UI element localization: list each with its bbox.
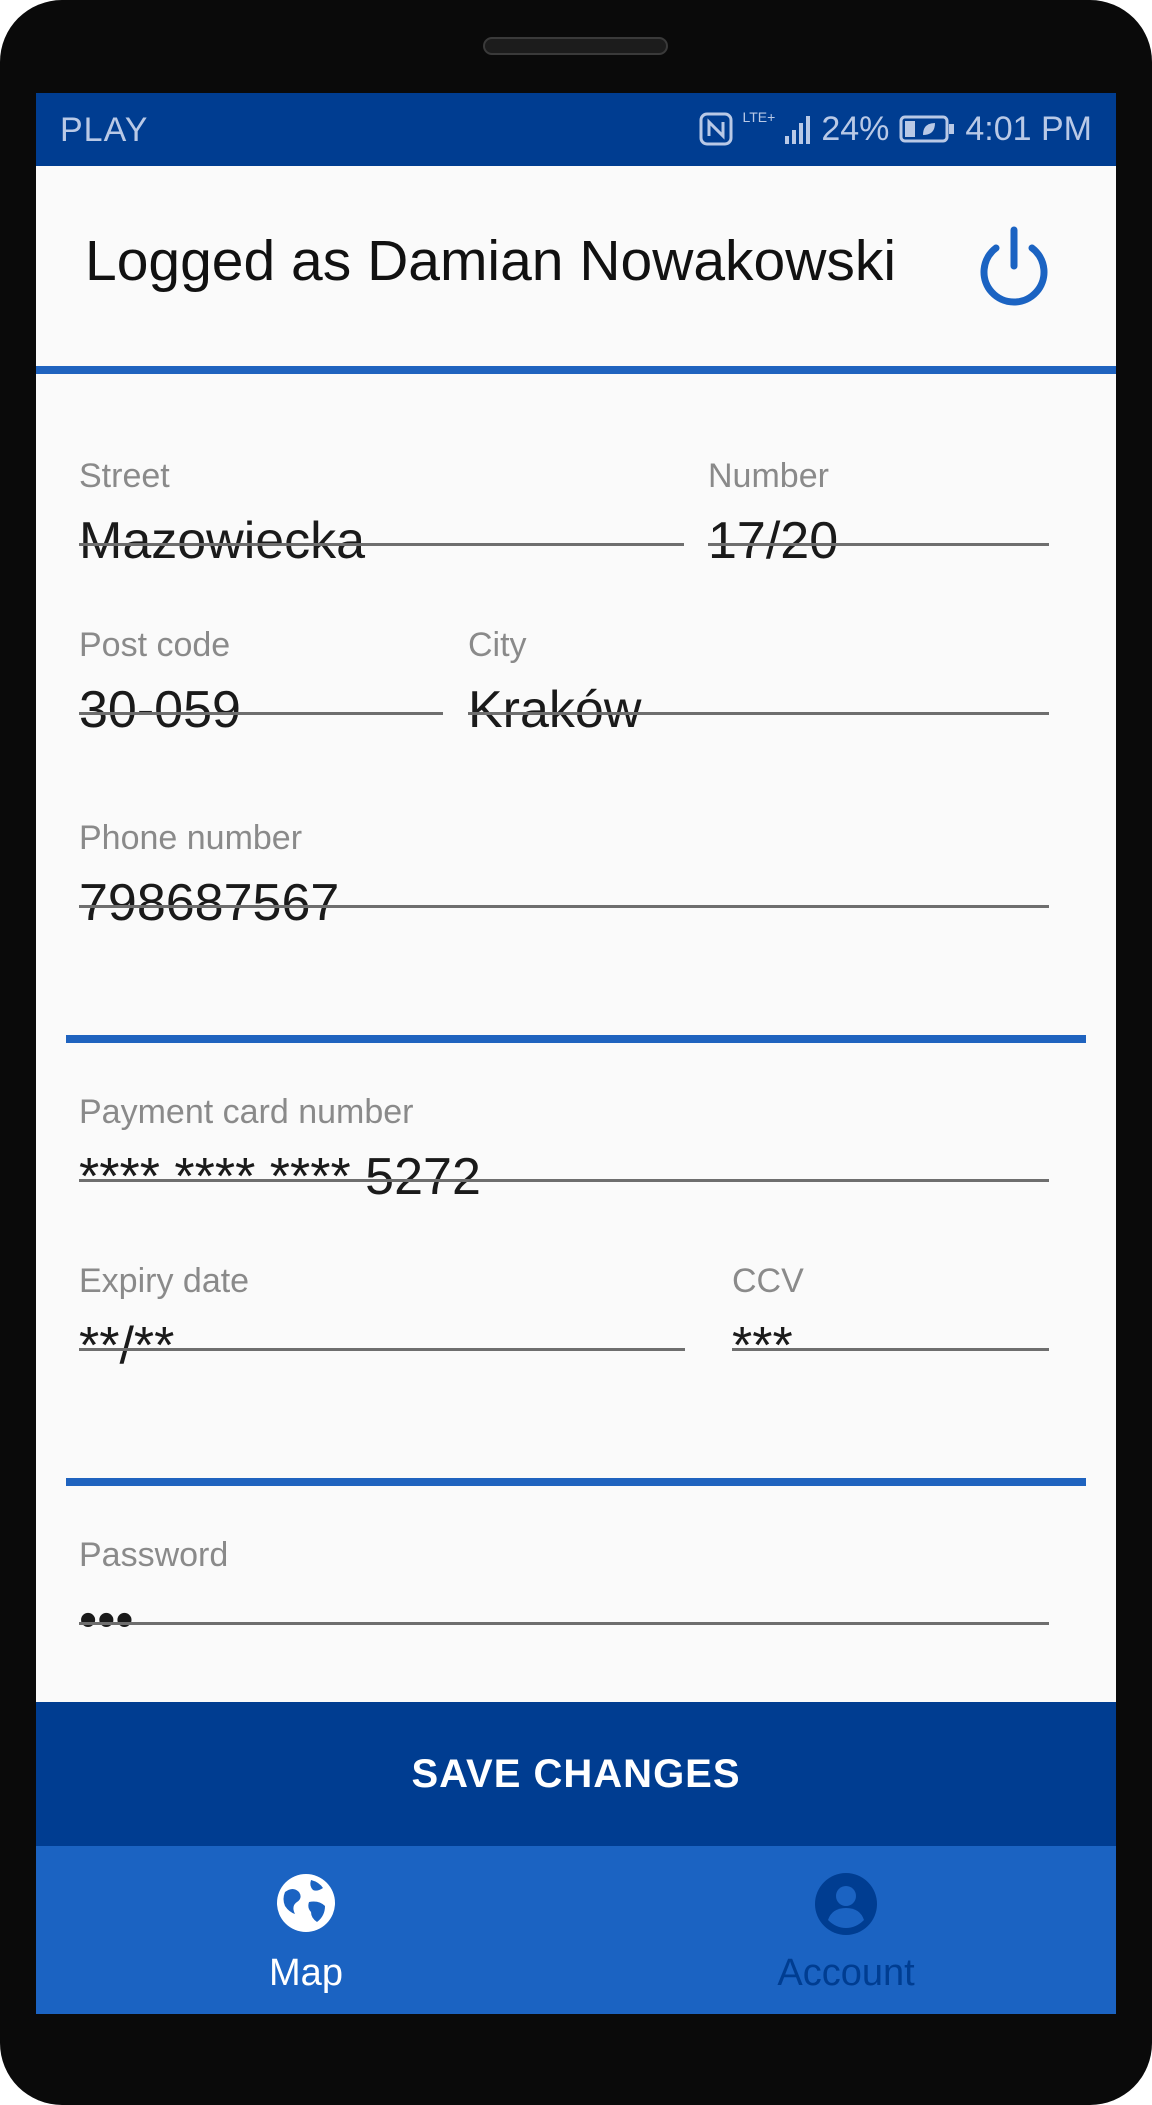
ccv-underline — [732, 1348, 1049, 1351]
card-number-label: Payment card number — [79, 1093, 414, 1131]
number-label: Number — [708, 457, 829, 495]
card-number-value: **** **** **** 5272 — [79, 1148, 481, 1206]
ccv-value: *** — [732, 1317, 793, 1375]
number-underline — [708, 543, 1049, 546]
battery-percent: 24% — [821, 109, 890, 148]
password-label: Password — [79, 1536, 229, 1574]
number-field[interactable]: Number 17/20 — [708, 457, 1049, 570]
account-icon — [814, 1872, 878, 1941]
password-field[interactable]: Password ••• — [79, 1536, 1049, 1649]
postcode-label: Post code — [79, 626, 231, 664]
expiry-label: Expiry date — [79, 1262, 250, 1300]
globe-icon — [275, 1872, 337, 1939]
nav-item-map[interactable]: Map — [36, 1846, 576, 2014]
street-underline — [79, 543, 684, 546]
status-bar: PLAY LTE+ 24% 4:01 PM — [36, 93, 1116, 166]
password-underline — [79, 1622, 1049, 1625]
signal-icon — [785, 114, 811, 144]
postcode-field[interactable]: Post code 30-059 — [79, 626, 443, 739]
city-label: City — [468, 626, 527, 664]
battery-icon — [899, 115, 955, 143]
city-field[interactable]: City Kraków — [468, 626, 1049, 739]
header-divider — [36, 366, 1116, 374]
expiry-value: **/** — [79, 1317, 175, 1375]
nav-label-account: Account — [777, 1952, 915, 1994]
postcode-value: 30-059 — [79, 681, 241, 739]
phone-label: Phone number — [79, 819, 303, 857]
payment-divider — [66, 1478, 1086, 1486]
street-field[interactable]: Street Mazowiecka — [79, 457, 684, 570]
bottom-navigation: Map Account — [36, 1846, 1116, 2014]
ccv-field[interactable]: CCV *** — [732, 1262, 1049, 1375]
status-indicators: LTE+ 24% 4:01 PM — [699, 109, 1092, 149]
carrier-name: PLAY — [60, 111, 149, 149]
clock: 4:01 PM — [965, 109, 1092, 148]
nav-label-map: Map — [269, 1952, 343, 1994]
logged-user-title: Logged as Damian Nowakowski — [85, 229, 897, 293]
expiry-underline — [79, 1348, 685, 1351]
card-number-underline — [79, 1179, 1049, 1182]
city-underline — [468, 712, 1049, 715]
street-value: Mazowiecka — [79, 512, 366, 570]
phone-frame: PLAY LTE+ 24% 4:01 PM Logged as Damian N… — [0, 0, 1152, 2105]
number-value: 17/20 — [708, 512, 839, 570]
phone-field[interactable]: Phone number 798687567 — [79, 819, 1049, 932]
city-value: Kraków — [468, 681, 642, 739]
expiry-field[interactable]: Expiry date **/** — [79, 1262, 685, 1375]
card-number-field[interactable]: Payment card number **** **** **** 5272 — [79, 1093, 1049, 1206]
phone-value: 798687567 — [79, 874, 340, 932]
street-label: Street — [79, 457, 170, 495]
phone-underline — [79, 905, 1049, 908]
nav-item-account[interactable]: Account — [576, 1846, 1116, 2014]
logout-button[interactable] — [970, 224, 1058, 312]
password-value: ••• — [79, 1591, 134, 1649]
nfc-icon — [699, 112, 733, 146]
account-header: Logged as Damian Nowakowski — [36, 166, 1116, 366]
address-divider — [66, 1035, 1086, 1043]
save-changes-button[interactable]: SAVE CHANGES — [36, 1702, 1116, 1846]
speaker-grille — [483, 37, 668, 55]
power-icon — [980, 226, 1048, 306]
lte-label: LTE+ — [742, 109, 776, 125]
ccv-label: CCV — [732, 1262, 804, 1300]
app-screen: PLAY LTE+ 24% 4:01 PM Logged as Damian N… — [36, 93, 1116, 2014]
postcode-underline — [79, 712, 443, 715]
